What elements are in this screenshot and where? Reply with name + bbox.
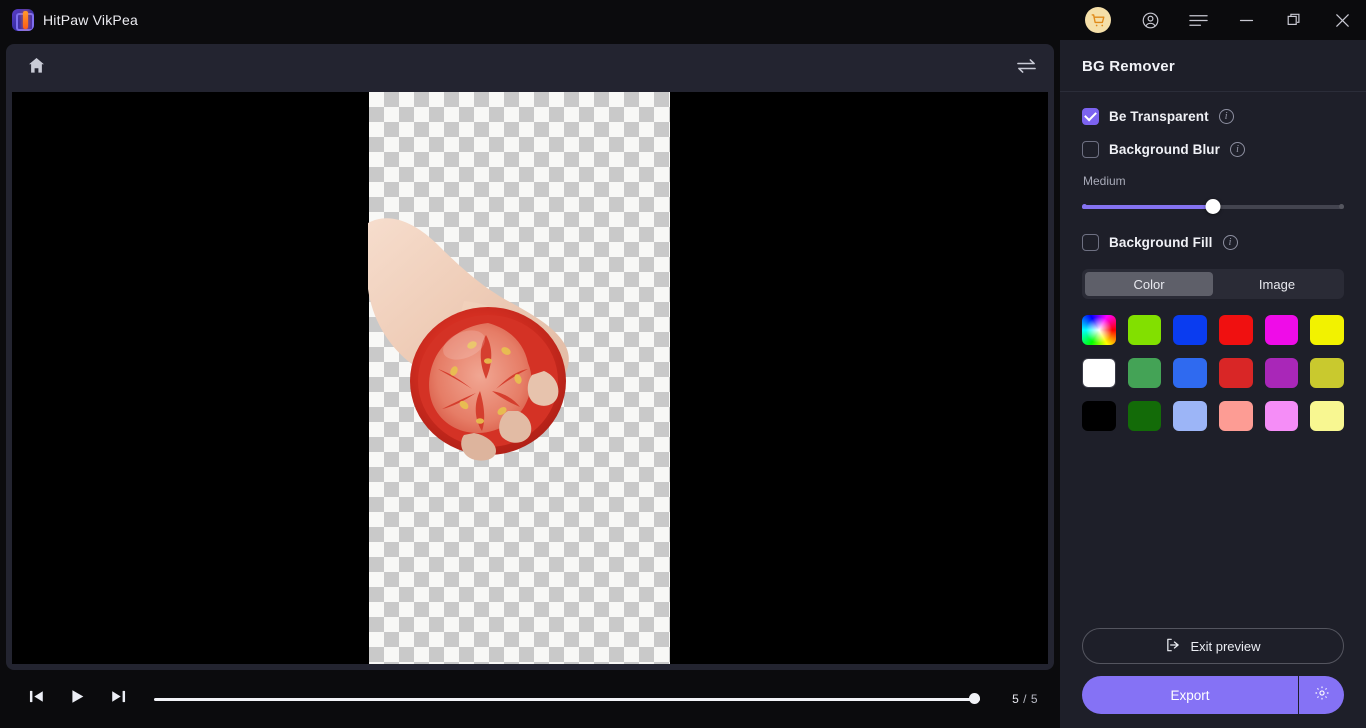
home-icon: [27, 56, 46, 80]
exit-preview-button[interactable]: Exit preview: [1082, 628, 1344, 664]
current-frame: 5: [1012, 692, 1020, 706]
title-bar-actions: [1078, 0, 1366, 40]
info-icon[interactable]: i: [1218, 109, 1234, 124]
bg-remover-panel: BG Remover Be Transparent i Background B…: [1060, 40, 1366, 728]
close-button[interactable]: [1318, 0, 1366, 40]
blur-slider-thumb[interactable]: [1205, 199, 1221, 214]
title-bar: HitPaw VikPea: [0, 0, 1366, 40]
canvas-container: [6, 44, 1054, 670]
tab-color[interactable]: Color: [1085, 272, 1213, 296]
tab-image[interactable]: Image: [1213, 272, 1341, 296]
app-brand: HitPaw VikPea: [12, 9, 138, 31]
blur-slider-end-dot: [1339, 204, 1344, 209]
blur-slider-fill: [1082, 205, 1213, 209]
swatch-black[interactable]: [1082, 401, 1116, 431]
color-picker[interactable]: [1082, 315, 1116, 345]
compare-button[interactable]: [1012, 54, 1040, 82]
exit-preview-label: Exit preview: [1190, 638, 1261, 654]
timeline-thumb[interactable]: [969, 693, 980, 704]
preview-stage[interactable]: [12, 92, 1048, 664]
background-blur-checkbox[interactable]: [1082, 141, 1099, 158]
close-icon: [1335, 13, 1350, 28]
total-frames: 5: [1030, 692, 1038, 706]
user-account-icon: [1141, 11, 1160, 30]
option-background-blur[interactable]: Background Blur i: [1082, 125, 1344, 158]
hamburger-menu-icon: [1188, 13, 1208, 28]
minimize-icon: [1239, 15, 1254, 26]
background-fill-checkbox[interactable]: [1082, 234, 1099, 251]
play-icon: [69, 688, 86, 710]
background-blur-label: Background Blur: [1109, 142, 1221, 157]
subject-image-hand-tomato: [368, 218, 569, 461]
swatch-white[interactable]: [1082, 358, 1116, 388]
timeline-slider[interactable]: [154, 689, 980, 709]
swatch-olive-yellow[interactable]: [1310, 358, 1344, 388]
home-button[interactable]: [22, 54, 50, 82]
main-menu-button[interactable]: [1174, 0, 1222, 40]
next-frame-icon: [109, 688, 126, 710]
export-control: Export: [1082, 676, 1344, 714]
info-icon[interactable]: i: [1230, 142, 1246, 157]
maximize-button[interactable]: [1270, 0, 1318, 40]
play-button[interactable]: [64, 686, 90, 712]
export-settings-button[interactable]: [1299, 676, 1344, 714]
blur-slider-start-dot: [1082, 204, 1087, 209]
blur-slider[interactable]: [1082, 196, 1344, 218]
swatch-pink[interactable]: [1264, 401, 1299, 431]
swatch-royal-blue[interactable]: [1173, 358, 1207, 388]
frame-separator: /: [1023, 692, 1027, 706]
option-be-transparent[interactable]: Be Transparent i: [1082, 92, 1344, 125]
blur-level-label: Medium: [1083, 174, 1126, 188]
be-transparent-label: Be Transparent: [1109, 109, 1209, 124]
previous-frame-button[interactable]: [24, 686, 50, 712]
next-frame-button[interactable]: [104, 686, 130, 712]
app-title: HitPaw VikPea: [43, 12, 138, 28]
minimize-button[interactable]: [1222, 0, 1270, 40]
compare-swap-icon: [1016, 57, 1037, 80]
gear-icon: [1314, 685, 1330, 706]
swatch-salmon[interactable]: [1219, 401, 1253, 431]
be-transparent-checkbox[interactable]: [1082, 108, 1099, 125]
fill-type-tabs: Color Image: [1082, 269, 1344, 299]
timeline-track: [154, 698, 980, 701]
swatch-red[interactable]: [1219, 315, 1253, 345]
swatch-green[interactable]: [1127, 358, 1162, 388]
option-background-fill[interactable]: Background Fill i: [1082, 218, 1344, 251]
swatch-dark-green[interactable]: [1127, 401, 1162, 431]
main-body: 5 / 5 BG Remover Be Transparent i Backgr…: [0, 40, 1366, 728]
swatch-light-blue[interactable]: [1173, 401, 1207, 431]
transparent-media-area: [368, 92, 670, 664]
panel-spacer: [1082, 431, 1344, 628]
previous-frame-icon: [29, 688, 46, 710]
user-account-button[interactable]: [1126, 0, 1174, 40]
frame-counter: 5 / 5: [994, 692, 1038, 706]
restore-window-icon: [1287, 13, 1301, 27]
swatch-yellow[interactable]: [1310, 315, 1344, 345]
editor-area: 5 / 5: [0, 40, 1060, 728]
swatch-blue[interactable]: [1173, 315, 1207, 345]
swatch-purple[interactable]: [1264, 358, 1299, 388]
exit-icon: [1165, 637, 1181, 656]
shopping-cart-button[interactable]: [1078, 0, 1118, 40]
color-swatch-grid: [1082, 315, 1344, 431]
swatch-chartreuse[interactable]: [1127, 315, 1162, 345]
info-icon[interactable]: i: [1222, 235, 1238, 250]
canvas-toolbar: [6, 44, 1054, 92]
swatch-pale-yellow[interactable]: [1310, 401, 1344, 431]
hitpaw-logo-icon: [12, 9, 34, 31]
swatch-magenta[interactable]: [1264, 315, 1299, 345]
panel-title: BG Remover: [1082, 58, 1175, 75]
swatch-crimson[interactable]: [1219, 358, 1253, 388]
playback-bar: 5 / 5: [0, 670, 1060, 728]
shopping-cart-icon: [1085, 7, 1111, 33]
app-window: HitPaw VikPea 5 / 5 BG Remover Be Transp…: [0, 0, 1366, 728]
export-button[interactable]: Export: [1082, 676, 1298, 714]
background-fill-label: Background Fill: [1109, 235, 1213, 250]
